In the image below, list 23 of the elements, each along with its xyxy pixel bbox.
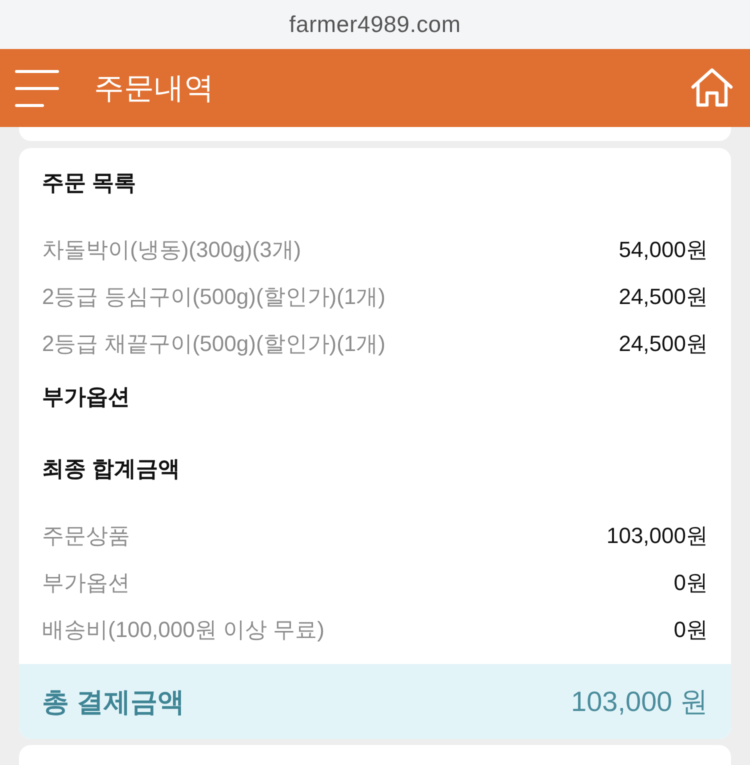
section-title: 최종 합계금액 (42, 456, 180, 482)
summary-label: 배송비(100,000원 이상 무료) (42, 616, 324, 644)
summary-label: 부가옵션 (42, 568, 130, 596)
home-button[interactable] (691, 68, 733, 108)
item-name: 2등급 등심구이(500g)(할인가)(1개) (42, 282, 386, 311)
section-title: 부가옵션 (42, 384, 130, 410)
url-text[interactable]: farmer4989.com (289, 11, 461, 38)
page-title: 주문내역 (94, 70, 214, 107)
menu-icon (15, 70, 59, 107)
total-label: 총 결제금액 (42, 686, 185, 718)
item-price: 24,500원 (618, 330, 708, 358)
section-title: 주문 목록 (42, 170, 136, 196)
item-price: 24,500원 (618, 282, 708, 310)
menu-button[interactable] (15, 70, 59, 107)
summary-value: 0원 (674, 616, 708, 644)
total-amount: 103,000 원 (571, 684, 708, 718)
item-price: 54,000원 (618, 236, 708, 264)
summary-value: 0원 (674, 568, 708, 596)
item-name: 차돌박이(냉동)(300g)(3개) (42, 236, 302, 264)
summary-label: 주문상품 (42, 522, 130, 550)
home-icon (691, 68, 733, 108)
item-name: 2등급 채끝구이(500g)(할인가)(1개) (42, 330, 386, 358)
summary-value: 103,000원 (606, 522, 708, 550)
